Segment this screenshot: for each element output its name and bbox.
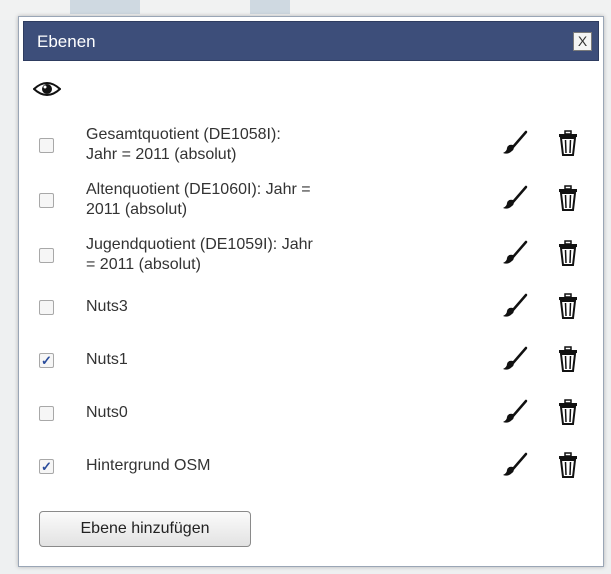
layer-label: Nuts1 [86,350,386,370]
trash-icon[interactable] [557,292,579,320]
layer-visibility-checkbox[interactable] [39,248,54,263]
trash-icon[interactable] [557,398,579,426]
layer-label-line: Gesamtquotient (DE1058I): [86,126,281,143]
layer-row: Altenquotient (DE1060I): Jahr = 2011 (abs… [19,172,603,224]
paintbrush-icon[interactable] [501,451,529,479]
layer-label-line: Nuts1 [86,351,128,368]
layer-label-line: Jugendquotient (DE1059I): Jahr [86,236,313,253]
layers-dialog: Ebenen X Gesamtquotient (DE1058I): Jahr =… [18,16,604,567]
layer-label-line: Nuts0 [86,404,128,421]
layer-visibility-checkbox[interactable]: ✓ [39,459,54,474]
layer-label: Nuts0 [86,403,386,423]
layer-visibility-checkbox[interactable]: ✓ [39,353,54,368]
layer-label: Gesamtquotient (DE1058I): Jahr = 2011 (ab… [86,125,386,165]
layer-label-line: Nuts3 [86,298,128,315]
layer-label-line: Hintergrund OSM [86,457,211,474]
layer-row: Gesamtquotient (DE1058I): Jahr = 2011 (ab… [19,117,603,169]
layer-visibility-checkbox[interactable] [39,138,54,153]
layer-label-line: = 2011 (absolut) [86,256,201,273]
layer-row: Nuts0 [19,386,603,438]
layer-label: Hintergrund OSM [86,456,386,476]
layer-visibility-checkbox[interactable] [39,300,54,315]
map-region [250,0,290,14]
layer-list: Gesamtquotient (DE1058I): Jahr = 2011 (ab… [19,17,603,566]
layer-label-line: Altenquotient (DE1060I): Jahr = [86,181,311,198]
trash-icon[interactable] [557,451,579,479]
layer-row: Jugendquotient (DE1059I): Jahr = 2011 (ab… [19,227,603,279]
layer-label: Nuts3 [86,297,386,317]
paintbrush-icon[interactable] [501,184,529,212]
add-layer-button[interactable]: Ebene hinzufügen [39,511,251,547]
layer-row: Nuts3 [19,280,603,332]
paintbrush-icon[interactable] [501,239,529,267]
paintbrush-icon[interactable] [501,129,529,157]
trash-icon[interactable] [557,184,579,212]
layer-row: ✓ Nuts1 [19,333,603,385]
paintbrush-icon[interactable] [501,292,529,320]
layer-label: Jugendquotient (DE1059I): Jahr = 2011 (ab… [86,235,386,275]
paintbrush-icon[interactable] [501,345,529,373]
paintbrush-icon[interactable] [501,398,529,426]
trash-icon[interactable] [557,129,579,157]
map-region [70,0,140,14]
layer-visibility-checkbox[interactable] [39,406,54,421]
trash-icon[interactable] [557,239,579,267]
layer-row: ✓ Hintergrund OSM [19,439,603,491]
trash-icon[interactable] [557,345,579,373]
layer-label-line: 2011 (absolut) [86,201,188,218]
layer-label: Altenquotient (DE1060I): Jahr = 2011 (abs… [86,180,386,220]
layer-label-line: Jahr = 2011 (absolut) [86,146,237,163]
layer-visibility-checkbox[interactable] [39,193,54,208]
